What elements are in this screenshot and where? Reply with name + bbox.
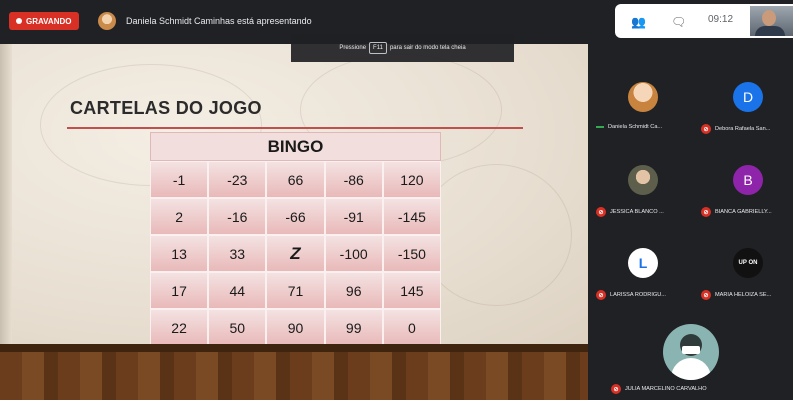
bingo-cell: -145: [382, 198, 441, 235]
participant-name: JULIA MARCELINO CARVALHO: [625, 386, 707, 392]
participant-name: BIANCA GABRIELLY...: [715, 209, 772, 215]
participant-avatar: L: [628, 248, 658, 278]
clock: 09:12: [708, 14, 734, 25]
participant-tile[interactable]: D ⊘ Debora Rafaela San...: [695, 60, 793, 138]
bingo-cell: -66: [266, 198, 325, 235]
fullscreen-hint-before: Pressione: [339, 45, 367, 51]
bingo-cell: -100: [324, 235, 383, 272]
mic-off-icon: ⊘: [596, 290, 606, 300]
record-dot-icon: [16, 18, 22, 24]
bingo-cell: -23: [208, 161, 267, 198]
bingo-cell: -86: [324, 161, 383, 198]
mic-off-icon: ⊘: [596, 207, 606, 217]
self-view[interactable]: [750, 6, 793, 36]
participant-tile[interactable]: B ⊘ BIANCA GABRIELLY...: [695, 143, 793, 221]
participant-avatar: B: [733, 165, 763, 195]
bingo-cell: 120: [382, 161, 441, 198]
bingo-cell: 145: [382, 272, 441, 309]
presenter-avatar: [98, 12, 116, 30]
bingo-cell: 2: [150, 198, 209, 235]
participant-name: Debora Rafaela San...: [715, 126, 771, 132]
participant-name: JESSICA BLANCO ...: [610, 209, 664, 215]
chat-icon[interactable]: 🗨: [671, 15, 686, 29]
shared-slide: CARTELAS DO JOGO BINGO -1 -23 66 -86 120…: [0, 44, 588, 400]
bingo-cell: 99: [324, 309, 383, 346]
people-icon[interactable]: 👥: [631, 15, 646, 29]
participant-name: LARISSA RODRIGU...: [610, 292, 666, 298]
participant-tile[interactable]: Daniela Schmidt Ca...: [590, 60, 690, 138]
participant-tile[interactable]: ⊘ JESSICA BLANCO ...: [590, 143, 690, 221]
bingo-cell: -91: [324, 198, 383, 235]
participant-avatar: [628, 82, 658, 112]
participant-avatar: UP ON: [733, 248, 763, 278]
bingo-cell: 0: [382, 309, 441, 346]
curtain: [0, 44, 12, 344]
mic-off-icon: ⊘: [611, 384, 621, 394]
fullscreen-hint: Pressione F11 para sair do modo tela che…: [291, 34, 514, 62]
bingo-cell: 44: [208, 272, 267, 309]
presenting-text: Daniela Schmidt Caminhas está apresentan…: [126, 16, 312, 26]
bingo-cell: 50: [208, 309, 267, 346]
participant-avatar: [663, 324, 719, 380]
wooden-floor: [0, 344, 588, 400]
participant-tile[interactable]: UP ON ⊘ MARIA HELOIZA SE...: [695, 226, 793, 304]
speaking-indicator-icon: [596, 126, 604, 128]
bingo-cell: 33: [208, 235, 267, 272]
recording-badge: GRAVANDO: [9, 12, 80, 30]
bingo-cell: 90: [266, 309, 325, 346]
bingo-cell: 17: [150, 272, 209, 309]
bingo-cell: -150: [382, 235, 441, 272]
slide-title: CARTELAS DO JOGO: [70, 98, 262, 118]
bingo-free-cell: Z: [266, 235, 325, 272]
bingo-card: BINGO -1 -23 66 -86 120 2 -16 -66 -91 -1…: [150, 132, 441, 346]
participant-avatar: D: [733, 82, 763, 112]
bingo-cell: 13: [150, 235, 209, 272]
bingo-cell: 71: [266, 272, 325, 309]
participant-tile[interactable]: L ⊘ LARISSA RODRIGU...: [590, 226, 690, 304]
bingo-cell: -1: [150, 161, 209, 198]
bingo-cell: 96: [324, 272, 383, 309]
participant-name: Daniela Schmidt Ca...: [608, 124, 663, 130]
bingo-grid: -1 -23 66 -86 120 2 -16 -66 -91 -145 13 …: [150, 161, 441, 346]
title-underline: [67, 127, 523, 129]
bingo-cell: -16: [208, 198, 267, 235]
mic-off-icon: ⊘: [701, 207, 711, 217]
mic-off-icon: ⊘: [701, 290, 711, 300]
bingo-cell: 66: [266, 161, 325, 198]
recording-label: GRAVANDO: [26, 16, 72, 26]
fullscreen-hint-after: para sair do modo tela cheia: [389, 45, 466, 51]
participant-avatar: [628, 165, 658, 195]
fullscreen-key: F11: [369, 42, 387, 54]
bingo-cell: 22: [150, 309, 209, 346]
bingo-header: BINGO: [150, 132, 441, 161]
participant-name: MARIA HELOIZA SE...: [715, 292, 772, 298]
mic-off-icon: ⊘: [701, 124, 711, 134]
